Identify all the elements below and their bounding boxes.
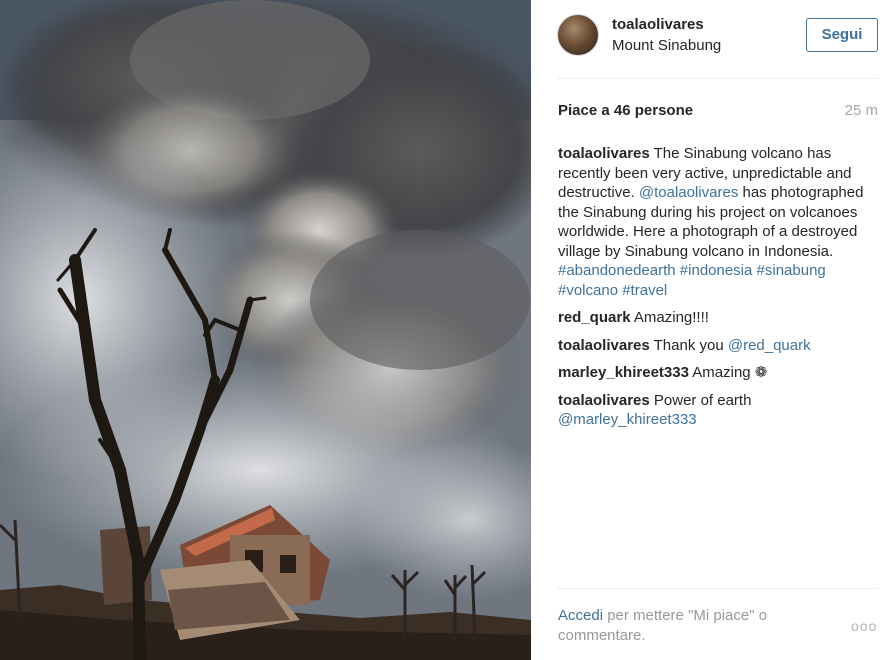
comment-link[interactable]: @toalaolivares [639, 184, 738, 201]
comment-link[interactable]: #volcano [558, 282, 618, 299]
post-location[interactable]: Mount Sinabung [612, 37, 721, 54]
login-link[interactable]: Accedi [558, 607, 603, 624]
comment-link[interactable]: @marley_khireet333 [558, 411, 697, 428]
volcano-eruption-image [0, 0, 531, 660]
comment-item: marley_khireet333 Amazing ❁ [558, 363, 868, 383]
comment-username[interactable]: toalaolivares [558, 145, 650, 162]
post-photo[interactable] [0, 0, 531, 660]
comment-link[interactable]: #sinabung [757, 262, 826, 279]
post-username[interactable]: toalaolivares [612, 16, 704, 33]
follow-button[interactable]: Segui [806, 18, 878, 52]
login-prompt: Accedi per mettere "Mi piace" o commenta… [558, 606, 818, 646]
ellipsis-icon[interactable]: ooo [851, 618, 877, 634]
comment-link[interactable]: #abandonedearth [558, 262, 676, 279]
comment-username[interactable]: toalaolivares [558, 392, 650, 409]
comment-item: toalaolivares Thank you @red_quark [558, 336, 868, 356]
comment-link[interactable]: #travel [622, 282, 667, 299]
comment-username[interactable]: red_quark [558, 309, 631, 326]
post-header: toalaolivares Mount Sinabung Segui [531, 0, 896, 78]
comment-text: Amazing ❁ [692, 364, 768, 381]
post-footer: Accedi per mettere "Mi piace" o commenta… [531, 588, 896, 660]
comment-text: Thank you [653, 336, 728, 354]
post-side-panel: toalaolivares Mount Sinabung Segui Piace… [531, 0, 896, 660]
comment-username[interactable]: marley_khireet333 [558, 364, 689, 381]
comment-text: Power of earth [653, 391, 752, 409]
post-time[interactable]: 25 m [845, 102, 878, 119]
comments-list: toalaolivares The Sinabung volcano has r… [558, 144, 868, 438]
comment-item: toalaolivares The Sinabung volcano has r… [558, 144, 868, 300]
comment-item: red_quark Amazing!!!! [558, 308, 868, 328]
comment-text: Amazing!!!! [633, 309, 709, 326]
comment-link[interactable]: @red_quark [728, 337, 811, 354]
header-divider [557, 78, 878, 79]
likes-count[interactable]: Piace a 46 persone [558, 102, 693, 119]
comment-username[interactable]: toalaolivares [558, 337, 650, 354]
comment-item: toalaolivares Power of earth @marley_khi… [558, 391, 868, 430]
comment-link[interactable]: #indonesia [680, 262, 753, 279]
user-avatar[interactable] [557, 14, 599, 56]
